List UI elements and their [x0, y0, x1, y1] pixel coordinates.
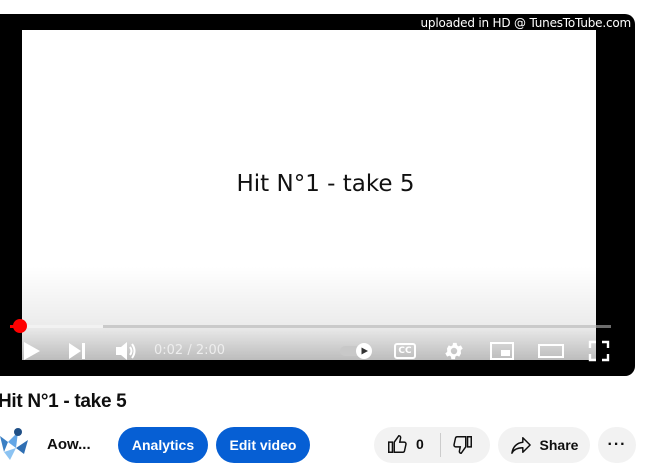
subtitles-button[interactable]: CC	[392, 338, 418, 364]
like-button[interactable]: 0	[386, 433, 424, 455]
progress-bar[interactable]	[10, 325, 611, 328]
thumbs-down-icon	[453, 436, 472, 454]
avatar-icon	[0, 428, 28, 460]
next-button[interactable]	[64, 338, 90, 364]
theater-mode-icon	[538, 344, 564, 358]
miniplayer-button[interactable]	[488, 338, 516, 364]
autoplay-toggle[interactable]	[338, 338, 376, 364]
like-dislike-group: 0	[374, 427, 490, 463]
subtitles-icon: CC	[394, 343, 416, 359]
fullscreen-button[interactable]	[586, 338, 612, 364]
like-divider	[440, 433, 441, 457]
like-count: 0	[416, 436, 424, 452]
settings-button[interactable]	[441, 338, 467, 364]
time-display: 0:02 / 2:00	[154, 343, 226, 358]
share-button[interactable]: Share	[498, 427, 590, 463]
player-controls: 0:02 / 2:00 CC	[0, 336, 635, 366]
subtitles-label: CC	[398, 346, 412, 356]
channel-avatar[interactable]	[0, 422, 36, 464]
watermark-text: uploaded in HD @ TunesToTube.com	[420, 16, 632, 30]
theater-mode-button[interactable]	[536, 338, 566, 364]
analytics-button[interactable]: Analytics	[118, 427, 208, 463]
volume-button[interactable]	[112, 338, 140, 364]
edit-video-button[interactable]: Edit video	[216, 427, 310, 463]
fullscreen-icon	[588, 340, 610, 362]
volume-icon	[116, 342, 136, 360]
scrubber-handle[interactable]	[13, 319, 28, 333]
video-player[interactable]: uploaded in HD @ TunesToTube.com Hit N°1…	[0, 14, 635, 376]
video-frame-title: Hit N°1 - take 5	[236, 171, 415, 197]
dislike-button[interactable]	[452, 434, 474, 459]
next-icon	[69, 343, 85, 359]
thumbs-up-icon	[388, 435, 407, 453]
miniplayer-icon	[490, 342, 514, 360]
share-arrow-icon	[510, 437, 531, 454]
channel-name[interactable]: Aow...	[47, 436, 91, 453]
play-button[interactable]	[18, 338, 44, 364]
play-icon	[24, 342, 40, 360]
share-label: Share	[539, 437, 579, 453]
more-actions-button[interactable]: ···	[598, 427, 636, 463]
video-title: Hit N°1 - take 5	[0, 391, 127, 412]
settings-gear-icon	[445, 342, 463, 360]
more-dots-icon: ···	[607, 436, 627, 453]
